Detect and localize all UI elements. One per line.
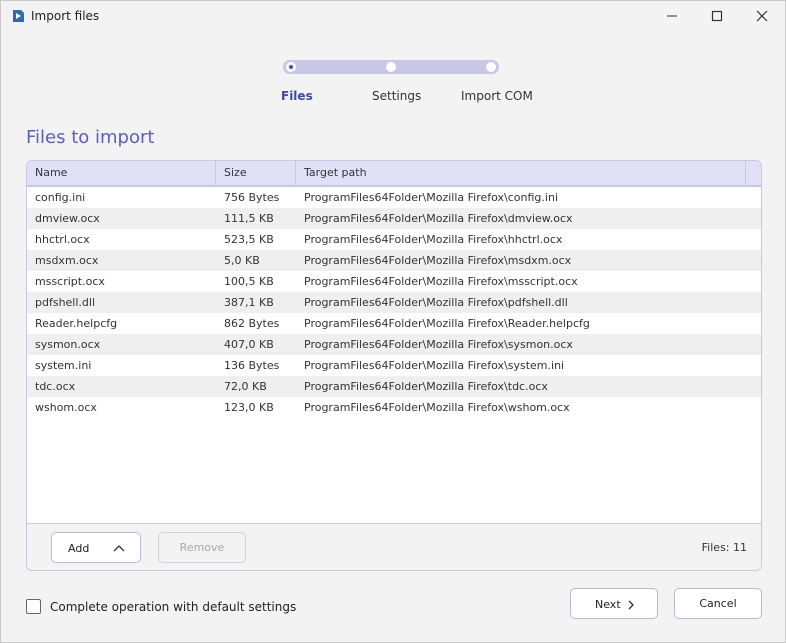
cell-target-path: ProgramFiles64Folder\Mozilla Firefox\sys…	[304, 338, 573, 351]
window-title: Import files	[31, 9, 100, 23]
remove-button[interactable]: Remove	[158, 532, 246, 563]
step-dot-import-com	[486, 62, 496, 72]
cell-size: 123,0 KB	[224, 401, 274, 414]
files-table-body: config.ini 756 Bytes ProgramFiles64Folde…	[27, 187, 761, 418]
table-row[interactable]: wshom.ocx 123,0 KB ProgramFiles64Folder\…	[27, 397, 761, 418]
cell-size: 100,5 KB	[224, 275, 274, 288]
cell-size: 111,5 KB	[224, 212, 274, 225]
title-bar[interactable]: Import files	[1, 1, 785, 31]
files-count: Files: 11	[701, 541, 747, 554]
cell-size: 862 Bytes	[224, 317, 280, 330]
table-row[interactable]: msscript.ocx 100,5 KB ProgramFiles64Fold…	[27, 271, 761, 292]
cell-target-path: ProgramFiles64Folder\Mozilla Firefox\Rea…	[304, 317, 590, 330]
table-row[interactable]: pdfshell.dll 387,1 KB ProgramFiles64Fold…	[27, 292, 761, 313]
cell-target-path: ProgramFiles64Folder\Mozilla Firefox\msd…	[304, 254, 572, 267]
table-row[interactable]: tdc.ocx 72,0 KB ProgramFiles64Folder\Moz…	[27, 376, 761, 397]
table-row[interactable]: sysmon.ocx 407,0 KB ProgramFiles64Folder…	[27, 334, 761, 355]
wizard-stepper	[281, 57, 501, 77]
step-label-import-com: Import COM	[461, 89, 533, 103]
cell-name: tdc.ocx	[35, 380, 76, 393]
cell-size: 136 Bytes	[224, 359, 280, 372]
next-button-label: Next	[595, 598, 621, 611]
files-panel: Name Size Target path config.ini 756 Byt…	[26, 160, 762, 571]
minimize-icon	[667, 15, 677, 17]
column-header-target-path[interactable]: Target path	[296, 161, 746, 185]
cell-name: dmview.ocx	[35, 212, 100, 225]
files-panel-footer: Add Remove Files: 11	[27, 523, 761, 570]
cell-name: hhctrl.ocx	[35, 233, 90, 246]
default-settings-checkbox[interactable]	[26, 599, 41, 614]
table-row[interactable]: msdxm.ocx 5,0 KB ProgramFiles64Folder\Mo…	[27, 250, 761, 271]
cell-size: 72,0 KB	[224, 380, 267, 393]
cell-target-path: ProgramFiles64Folder\Mozilla Firefox\sys…	[304, 359, 565, 372]
cell-size: 523,5 KB	[224, 233, 274, 246]
step-dot-files	[286, 62, 296, 72]
column-header-name[interactable]: Name	[27, 161, 216, 185]
cell-size: 387,1 KB	[224, 296, 274, 309]
next-button[interactable]: Next	[570, 588, 658, 619]
add-button[interactable]: Add	[51, 532, 141, 563]
close-icon	[756, 10, 768, 22]
cell-size: 407,0 KB	[224, 338, 274, 351]
default-settings-label[interactable]: Complete operation with default settings	[50, 600, 296, 614]
cell-target-path: ProgramFiles64Folder\Mozilla Firefox\wsh…	[304, 401, 570, 414]
chevron-up-icon	[113, 545, 125, 552]
cell-size: 5,0 KB	[224, 254, 260, 267]
cell-target-path: ProgramFiles64Folder\Mozilla Firefox\mss…	[304, 275, 578, 288]
cell-name: config.ini	[35, 191, 86, 204]
cell-target-path: ProgramFiles64Folder\Mozilla Firefox\pdf…	[304, 296, 568, 309]
cell-name: pdfshell.dll	[35, 296, 96, 309]
add-button-label: Add	[68, 542, 90, 555]
advanced-installer-logo-icon	[13, 10, 24, 22]
cell-name: msdxm.ocx	[35, 254, 99, 267]
column-header-spacer	[746, 161, 761, 185]
column-header-size[interactable]: Size	[216, 161, 296, 185]
step-label-settings: Settings	[372, 89, 422, 103]
minimize-button[interactable]	[649, 1, 695, 31]
chevron-right-icon	[628, 600, 634, 610]
step-label-files: Files	[281, 89, 313, 103]
cell-name: wshom.ocx	[35, 401, 97, 414]
cancel-button[interactable]: Cancel	[674, 588, 762, 619]
table-row[interactable]: hhctrl.ocx 523,5 KB ProgramFiles64Folder…	[27, 229, 761, 250]
cell-size: 756 Bytes	[224, 191, 280, 204]
maximize-icon	[711, 10, 723, 22]
cell-name: Reader.helpcfg	[35, 317, 118, 330]
cell-target-path: ProgramFiles64Folder\Mozilla Firefox\dmv…	[304, 212, 573, 225]
close-button[interactable]	[739, 1, 785, 31]
table-header: Name Size Target path	[27, 161, 761, 187]
cell-name: sysmon.ocx	[35, 338, 101, 351]
section-title: Files to import	[26, 127, 155, 148]
step-dot-settings	[386, 62, 396, 72]
cell-target-path: ProgramFiles64Folder\Mozilla Firefox\tdc…	[304, 380, 548, 393]
cell-target-path: ProgramFiles64Folder\Mozilla Firefox\con…	[304, 191, 558, 204]
maximize-button[interactable]	[694, 1, 740, 31]
table-row[interactable]: dmview.ocx 111,5 KB ProgramFiles64Folder…	[27, 208, 761, 229]
table-row[interactable]: system.ini 136 Bytes ProgramFiles64Folde…	[27, 355, 761, 376]
import-files-window: Import files Files Settings Import COM F…	[0, 0, 786, 643]
cell-target-path: ProgramFiles64Folder\Mozilla Firefox\hhc…	[304, 233, 563, 246]
table-row[interactable]: Reader.helpcfg 862 Bytes ProgramFiles64F…	[27, 313, 761, 334]
cell-name: msscript.ocx	[35, 275, 105, 288]
table-row[interactable]: config.ini 756 Bytes ProgramFiles64Folde…	[27, 187, 761, 208]
cell-name: system.ini	[35, 359, 92, 372]
